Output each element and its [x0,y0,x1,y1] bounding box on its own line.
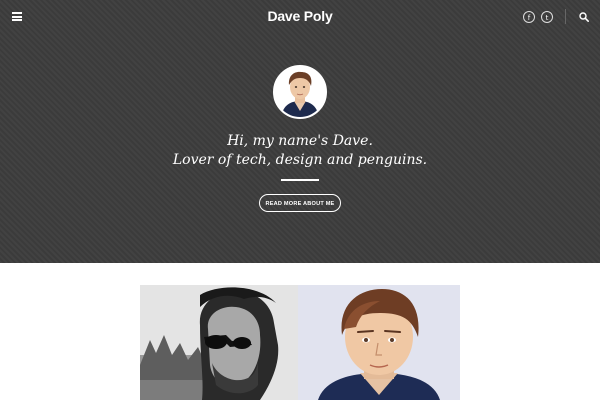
site-title-link[interactable]: Dave Poly [267,8,332,24]
cartoon-avatar-image [275,67,325,117]
read-more-about-me-button[interactable]: READ MORE ABOUT ME [259,194,341,212]
facebook-icon[interactable]: f [523,11,535,23]
search-icon[interactable] [579,12,589,22]
hero-tagline: Hi, my name's Dave. Lover of tech, desig… [0,132,600,170]
avatar [273,65,327,119]
tagline-line-2: Lover of tech, design and penguins. [172,152,428,168]
cartoon-portrait-of-dave [298,285,460,400]
site-title: Dave Poly [0,8,600,24]
hero-divider [281,179,319,181]
header-divider [565,9,566,24]
hero-section: Dave Poly f t Hi, my name's Dave. Lover … [0,0,600,263]
black-and-white-photo-of-dave [140,285,298,400]
twitter-icon[interactable]: t [541,11,553,23]
tagline-line-1: Hi, my name's Dave. [227,133,373,149]
